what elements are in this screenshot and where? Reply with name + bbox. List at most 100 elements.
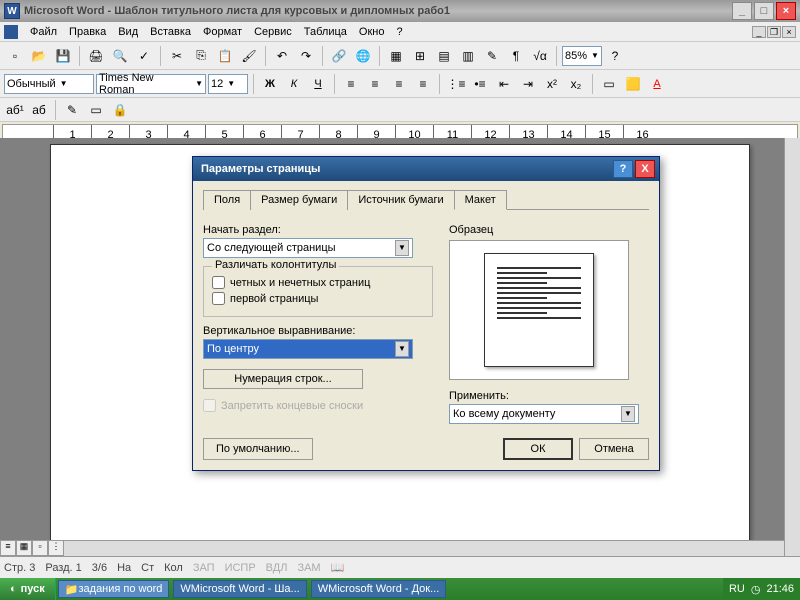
tab-layout[interactable]: Макет <box>454 190 507 210</box>
font-color-icon[interactable]: A <box>646 73 668 95</box>
field-icon[interactable]: aб <box>28 99 50 121</box>
align-right-icon[interactable]: ≡ <box>388 73 410 95</box>
maximize-button[interactable]: □ <box>754 2 774 20</box>
language-indicator[interactable]: RU <box>729 583 745 595</box>
print-view-icon[interactable]: ▫ <box>32 540 48 556</box>
valign-combo[interactable]: По центру▼ <box>203 339 413 359</box>
doc-minimize-button[interactable]: _ <box>752 26 766 38</box>
tab-paper-source[interactable]: Источник бумаги <box>347 190 454 210</box>
zoom-combo[interactable]: 85%▼ <box>562 46 602 66</box>
italic-icon[interactable]: К <box>283 73 305 95</box>
insert-autotext-icon[interactable]: aб¹ <box>4 99 26 121</box>
menu-edit[interactable]: Правка <box>63 26 112 38</box>
outline-view-icon[interactable]: ⋮ <box>48 540 64 556</box>
menu-insert[interactable]: Вставка <box>144 26 197 38</box>
highlight-icon[interactable]: 🟨 <box>622 73 644 95</box>
taskbar-item-folder[interactable]: 📁 задания по word <box>58 580 170 598</box>
taskbar: ◐пуск 📁 задания по word W Microsoft Word… <box>0 578 800 600</box>
redo-icon[interactable]: ↷ <box>295 45 317 67</box>
default-button[interactable]: По умолчанию... <box>203 438 313 460</box>
menu-file[interactable]: Файл <box>24 26 63 38</box>
drawing-icon[interactable]: ✎ <box>481 45 503 67</box>
indent-icon[interactable]: ⇥ <box>517 73 539 95</box>
cancel-button[interactable]: Отмена <box>579 438 649 460</box>
open-icon[interactable]: 📂 <box>28 45 50 67</box>
normal-view-icon[interactable]: ≡ <box>0 540 16 556</box>
fontsize-combo[interactable]: 12▼ <box>208 74 248 94</box>
doc-map-icon[interactable]: ¶ <box>505 45 527 67</box>
underline-icon[interactable]: Ч <box>307 73 329 95</box>
font-combo[interactable]: Times New Roman▼ <box>96 74 206 94</box>
apply-to-combo[interactable]: Ко всему документу▼ <box>449 404 639 424</box>
help-icon[interactable]: ? <box>604 45 626 67</box>
web-view-icon[interactable]: ▦ <box>16 540 32 556</box>
align-justify-icon[interactable]: ≡ <box>412 73 434 95</box>
taskbar-item-word2[interactable]: W Microsoft Word - Док... <box>311 580 447 598</box>
tables-borders-icon[interactable]: ▦ <box>385 45 407 67</box>
excel-icon[interactable]: ▤ <box>433 45 455 67</box>
outdent-icon[interactable]: ⇤ <box>493 73 515 95</box>
subscript-icon[interactable]: x₂ <box>565 73 587 95</box>
menu-format[interactable]: Формат <box>197 26 248 38</box>
first-page-checkbox[interactable] <box>212 292 225 305</box>
align-left-icon[interactable]: ≡ <box>340 73 362 95</box>
book-icon[interactable]: 📖 <box>331 561 345 574</box>
taskbar-item-word1[interactable]: W Microsoft Word - Ша... <box>173 580 306 598</box>
dialog-help-button[interactable]: ? <box>613 160 633 178</box>
minimize-button[interactable]: _ <box>732 2 752 20</box>
menu-view[interactable]: Вид <box>112 26 144 38</box>
copy-icon[interactable]: ⎘ <box>190 45 212 67</box>
tab-paper-size[interactable]: Размер бумаги <box>250 190 348 210</box>
doc-restore-button[interactable]: ❐ <box>767 26 781 38</box>
show-marks-icon[interactable]: √α <box>529 45 551 67</box>
doc-close-button[interactable]: × <box>782 26 796 38</box>
menu-table[interactable]: Таблица <box>298 26 353 38</box>
numbering-icon[interactable]: ⋮≡ <box>445 73 467 95</box>
borders-icon[interactable]: ▭ <box>598 73 620 95</box>
close-button[interactable]: × <box>776 2 796 20</box>
hyperlink-icon[interactable]: 🔗 <box>328 45 350 67</box>
spellcheck-icon[interactable]: ✓ <box>133 45 155 67</box>
bold-icon[interactable]: Ж <box>259 73 281 95</box>
align-center-icon[interactable]: ≡ <box>364 73 386 95</box>
superscript-icon[interactable]: x² <box>541 73 563 95</box>
undo-icon[interactable]: ↶ <box>271 45 293 67</box>
system-tray[interactable]: RU ◷ 21:46 <box>723 578 800 600</box>
print-icon[interactable]: 🖨 <box>85 45 107 67</box>
menu-help[interactable]: ? <box>390 26 408 38</box>
status-pages: 3/6 <box>92 562 107 574</box>
vertical-scrollbar[interactable] <box>784 138 800 556</box>
odd-even-checkbox[interactable] <box>212 276 225 289</box>
menu-tools[interactable]: Сервис <box>248 26 298 38</box>
tab-margins[interactable]: Поля <box>203 190 251 210</box>
dialog-titlebar[interactable]: Параметры страницы ? X <box>193 157 659 181</box>
status-ext: ВДЛ <box>266 562 288 574</box>
draw-icon[interactable]: ✎ <box>61 99 83 121</box>
paste-icon[interactable]: 📋 <box>214 45 236 67</box>
lock-icon[interactable]: 🔒 <box>109 99 131 121</box>
insert-table-icon[interactable]: ⊞ <box>409 45 431 67</box>
horizontal-scrollbar[interactable]: ≡ ▦ ▫ ⋮ <box>0 540 784 556</box>
dialog-close-button[interactable]: X <box>635 160 655 178</box>
web-icon[interactable]: 🌐 <box>352 45 374 67</box>
clock: 21:46 <box>766 583 794 595</box>
section-start-combo[interactable]: Со следующей страницы▼ <box>203 238 413 258</box>
doc-icon <box>4 25 18 39</box>
status-trk: ИСПР <box>225 562 256 574</box>
frame-icon[interactable]: ▭ <box>85 99 107 121</box>
start-button[interactable]: ◐пуск <box>0 578 56 600</box>
save-icon[interactable]: 💾 <box>52 45 74 67</box>
preview-icon[interactable]: 🔍 <box>109 45 131 67</box>
ok-button[interactable]: ОК <box>503 438 573 460</box>
status-section: Разд. 1 <box>45 562 81 574</box>
columns-icon[interactable]: ▥ <box>457 45 479 67</box>
style-combo[interactable]: Обычный▼ <box>4 74 94 94</box>
menu-window[interactable]: Окно <box>353 26 391 38</box>
headers-footers-group: Различать колонтитулы четных и нечетных … <box>203 266 433 317</box>
bullets-icon[interactable]: •≡ <box>469 73 491 95</box>
new-doc-icon[interactable]: ▫ <box>4 45 26 67</box>
line-numbers-button[interactable]: Нумерация строк... <box>203 369 363 389</box>
format-painter-icon[interactable]: 🖌 <box>238 45 260 67</box>
cut-icon[interactable]: ✂ <box>166 45 188 67</box>
tray-icon[interactable]: ◷ <box>751 583 761 596</box>
